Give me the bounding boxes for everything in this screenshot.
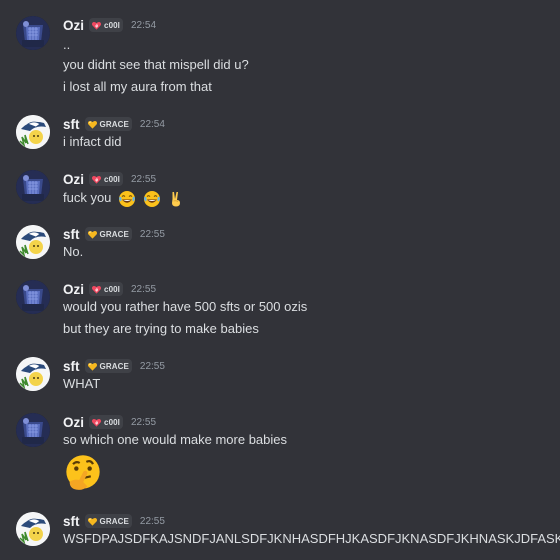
sft-avatar-icon	[16, 225, 50, 259]
message-text: but they are trying to make babies	[63, 321, 259, 336]
sft-avatar-icon	[16, 115, 50, 149]
guild-tag-label: c00l	[104, 417, 120, 427]
message-header: Ozi c00l 22:54	[63, 16, 156, 34]
message-text-content: fuck you	[63, 190, 112, 205]
guild-tag[interactable]: c00l	[89, 18, 123, 32]
ozi-avatar-icon	[16, 170, 50, 204]
message-header: sft GRACE 22:55	[63, 225, 165, 243]
guild-tag-label: c00l	[104, 284, 120, 294]
gold-heart-icon	[87, 361, 98, 372]
sft-avatar-icon	[16, 357, 50, 391]
avatar[interactable]	[16, 413, 50, 447]
message-text: No.	[63, 244, 84, 259]
timestamp: 22:55	[139, 515, 165, 527]
avatar[interactable]	[16, 16, 50, 50]
guild-tag[interactable]: c00l	[89, 415, 123, 429]
avatar[interactable]	[16, 280, 50, 314]
message-text: i lost all my aura from that	[63, 79, 212, 94]
guild-tag[interactable]: c00l	[89, 282, 123, 296]
avatar[interactable]	[16, 115, 50, 149]
timestamp: 22:54	[131, 19, 157, 31]
face-with-tears-of-joy-emoji[interactable]	[118, 190, 136, 208]
ozi-avatar-icon	[16, 413, 50, 447]
flame-heart-icon	[91, 284, 102, 295]
username[interactable]: sft	[63, 117, 80, 132]
message-text: WSFDPAJSDFKAJSNDFJANLSDFJKNHASDFHJKASDFJ…	[63, 531, 560, 546]
guild-tag[interactable]: GRACE	[84, 514, 132, 528]
avatar[interactable]	[16, 512, 50, 546]
message-header: sft GRACE 22:55	[63, 512, 165, 530]
timestamp: 22:55	[139, 228, 165, 240]
username[interactable]: sft	[63, 359, 80, 374]
sft-avatar-icon	[16, 512, 50, 546]
flame-heart-icon	[91, 417, 102, 428]
avatar[interactable]	[16, 225, 50, 259]
username[interactable]: Ozi	[63, 415, 84, 430]
message-text: you didnt see that mispell did u?	[63, 57, 249, 72]
message-text: ..	[63, 37, 71, 52]
message-header: Ozi c00l 22:55	[63, 413, 156, 431]
guild-tag-label: GRACE	[99, 119, 129, 129]
ozi-avatar-icon	[16, 16, 50, 50]
message-header: Ozi c00l 22:55	[63, 280, 156, 298]
gold-heart-icon	[87, 516, 98, 527]
gold-heart-icon	[87, 229, 98, 240]
username[interactable]: Ozi	[63, 282, 84, 297]
message-header: Ozi c00l 22:55	[63, 170, 156, 188]
message-list: Ozi c00l 22:54 .. you didnt see that mis…	[0, 0, 560, 560]
guild-tag-label: GRACE	[99, 361, 129, 371]
message-text: fuck you	[63, 189, 185, 207]
flame-heart-icon	[91, 20, 102, 31]
timestamp: 22:55	[131, 416, 157, 428]
message-text: would you rather have 500 sfts or 500 oz…	[63, 299, 308, 314]
thinking-face-emoji[interactable]	[63, 453, 103, 493]
message-header: sft GRACE 22:55	[63, 357, 165, 375]
guild-tag[interactable]: GRACE	[84, 359, 132, 373]
message-text: WHAT	[63, 376, 101, 391]
message-header: sft GRACE 22:54	[63, 115, 165, 133]
guild-tag[interactable]: GRACE	[84, 117, 132, 131]
ozi-avatar-icon	[16, 280, 50, 314]
gold-heart-icon	[87, 119, 98, 130]
username[interactable]: sft	[63, 227, 80, 242]
message-text: i infact did	[63, 134, 122, 149]
avatar[interactable]	[16, 170, 50, 204]
username[interactable]: Ozi	[63, 18, 84, 33]
guild-tag-label: c00l	[104, 174, 120, 184]
avatar[interactable]	[16, 357, 50, 391]
guild-tag[interactable]: c00l	[89, 172, 123, 186]
timestamp: 22:54	[139, 118, 165, 130]
message-text: so which one would make more babies	[63, 432, 288, 447]
victory-hand-emoji[interactable]	[167, 190, 185, 208]
timestamp: 22:55	[139, 360, 165, 372]
timestamp: 22:55	[131, 283, 157, 295]
username[interactable]: sft	[63, 514, 80, 529]
guild-tag-label: GRACE	[99, 516, 129, 526]
flame-heart-icon	[91, 174, 102, 185]
guild-tag-label: c00l	[104, 20, 120, 30]
guild-tag-label: GRACE	[99, 229, 129, 239]
username[interactable]: Ozi	[63, 172, 84, 187]
timestamp: 22:55	[131, 173, 157, 185]
guild-tag[interactable]: GRACE	[84, 227, 132, 241]
face-with-tears-of-joy-emoji[interactable]	[143, 190, 161, 208]
